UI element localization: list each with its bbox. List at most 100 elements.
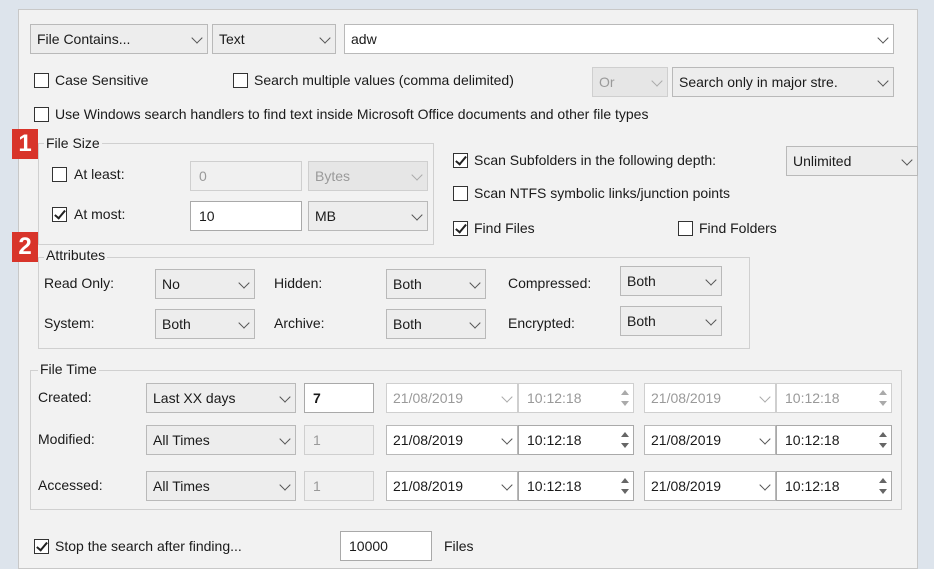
accessed-to-date[interactable]: 21/08/2019 — [644, 471, 776, 501]
chevron-down-icon — [501, 479, 513, 491]
system-label: System: — [44, 315, 95, 331]
accessed-days-input[interactable]: 1 — [304, 471, 374, 501]
modified-mode-dropdown[interactable]: All Times — [146, 425, 296, 455]
at-least-checkbox[interactable] — [52, 167, 67, 182]
chevron-down-icon — [411, 169, 423, 181]
find-folders-checkbox[interactable] — [678, 221, 693, 236]
spinner-icon[interactable] — [879, 432, 887, 448]
callout-badge-2: 2 — [12, 232, 38, 262]
created-to-time[interactable]: 10:12:18 — [776, 383, 892, 413]
created-from-time[interactable]: 10:12:18 — [518, 383, 634, 413]
multi-values-label: Search multiple values (comma delimited) — [254, 72, 514, 88]
case-sensitive-checkbox[interactable] — [34, 73, 49, 88]
archive-label: Archive: — [274, 315, 325, 331]
spinner-icon[interactable] — [621, 432, 629, 448]
created-label: Created: — [38, 389, 92, 405]
chevron-down-icon — [238, 317, 250, 329]
chevron-down-icon — [705, 274, 717, 286]
chevron-down-icon — [279, 433, 291, 445]
modified-to-date-value: 21/08/2019 — [651, 432, 722, 448]
chevron-down-icon — [319, 32, 331, 44]
multi-values-checkbox[interactable] — [233, 73, 248, 88]
accessed-from-date[interactable]: 21/08/2019 — [386, 471, 518, 501]
scan-subfolders-label: Scan Subfolders in the following depth: — [474, 152, 717, 168]
accessed-from-time[interactable]: 10:12:18 — [518, 471, 634, 501]
streams-dropdown[interactable]: Search only in major stre. — [672, 67, 894, 97]
chevron-down-icon — [759, 433, 771, 445]
accessed-to-time[interactable]: 10:12:18 — [776, 471, 892, 501]
encrypted-dropdown[interactable]: Both — [620, 306, 722, 336]
at-most-input[interactable]: 10 — [190, 201, 302, 231]
read-only-label: Read Only: — [44, 275, 115, 291]
chevron-down-icon — [759, 479, 771, 491]
chevron-down-icon — [191, 32, 203, 44]
chevron-down-icon — [705, 314, 717, 326]
stop-unit-label: Files — [444, 538, 474, 554]
compressed-label: Compressed: — [508, 275, 592, 291]
modified-from-time-value: 10:12:18 — [527, 432, 582, 448]
accessed-mode-dropdown[interactable]: All Times — [146, 471, 296, 501]
at-least-unit-dropdown[interactable]: Bytes — [308, 161, 428, 191]
spinner-icon[interactable] — [879, 478, 887, 494]
stop-count-input[interactable]: 10000 — [340, 531, 432, 561]
spinner-icon[interactable] — [621, 478, 629, 494]
created-days-input[interactable]: 7 — [304, 383, 374, 413]
archive-dropdown[interactable]: Both — [386, 309, 486, 339]
created-to-time-value: 10:12:18 — [785, 390, 840, 406]
find-files-checkbox[interactable] — [453, 221, 468, 236]
file-size-title: File Size — [44, 135, 102, 151]
read-only-dropdown[interactable]: No — [155, 269, 255, 299]
modified-from-date[interactable]: 21/08/2019 — [386, 425, 518, 455]
windows-handlers-label: Use Windows search handlers to find text… — [55, 106, 649, 122]
chevron-down-icon — [279, 391, 291, 403]
scan-subfolders-checkbox[interactable] — [453, 153, 468, 168]
type-dropdown[interactable]: Text — [212, 24, 336, 54]
criteria-dropdown[interactable]: File Contains... — [30, 24, 208, 54]
modified-label: Modified: — [38, 431, 95, 447]
hidden-value: Both — [393, 276, 422, 292]
compressed-value: Both — [627, 273, 656, 289]
compressed-dropdown[interactable]: Both — [620, 266, 722, 296]
accessed-label: Accessed: — [38, 477, 103, 493]
modified-mode-value: All Times — [153, 432, 210, 448]
chevron-down-icon — [469, 317, 481, 329]
depth-dropdown[interactable]: Unlimited — [786, 146, 918, 176]
system-value: Both — [162, 316, 191, 332]
accessed-from-date-value: 21/08/2019 — [393, 478, 464, 494]
scan-ntfs-checkbox[interactable] — [453, 186, 468, 201]
windows-handlers-checkbox[interactable] — [34, 107, 49, 122]
or-value: Or — [599, 74, 615, 90]
modified-from-date-value: 21/08/2019 — [393, 432, 464, 448]
at-most-unit-dropdown[interactable]: MB — [308, 201, 428, 231]
system-dropdown[interactable]: Both — [155, 309, 255, 339]
created-to-date[interactable]: 21/08/2019 — [644, 383, 776, 413]
created-to-date-value: 21/08/2019 — [651, 390, 722, 406]
search-value-combo[interactable]: adw — [344, 24, 894, 54]
modified-from-time[interactable]: 10:12:18 — [518, 425, 634, 455]
modified-to-date[interactable]: 21/08/2019 — [644, 425, 776, 455]
chevron-down-icon — [411, 209, 423, 221]
chevron-down-icon — [501, 391, 513, 403]
at-most-checkbox[interactable] — [52, 207, 67, 222]
hidden-dropdown[interactable]: Both — [386, 269, 486, 299]
at-most-label: At most: — [74, 206, 126, 222]
created-from-date[interactable]: 21/08/2019 — [386, 383, 518, 413]
stop-search-checkbox[interactable] — [34, 539, 49, 554]
chevron-down-icon — [469, 277, 481, 289]
streams-value: Search only in major stre. — [679, 74, 838, 90]
created-mode-value: Last XX days — [153, 390, 236, 406]
encrypted-value: Both — [627, 313, 656, 329]
at-most-unit-value: MB — [315, 208, 336, 224]
archive-value: Both — [393, 316, 422, 332]
modified-days-input[interactable]: 1 — [304, 425, 374, 455]
spinner-icon[interactable] — [879, 390, 887, 406]
chevron-down-icon — [759, 391, 771, 403]
at-least-input[interactable]: 0 — [190, 161, 302, 191]
chevron-down-icon — [651, 75, 663, 87]
or-dropdown[interactable]: Or — [592, 67, 668, 97]
created-mode-dropdown[interactable]: Last XX days — [146, 383, 296, 413]
spinner-icon[interactable] — [621, 390, 629, 406]
hidden-label: Hidden: — [274, 275, 323, 291]
modified-to-time[interactable]: 10:12:18 — [776, 425, 892, 455]
chevron-down-icon — [238, 277, 250, 289]
